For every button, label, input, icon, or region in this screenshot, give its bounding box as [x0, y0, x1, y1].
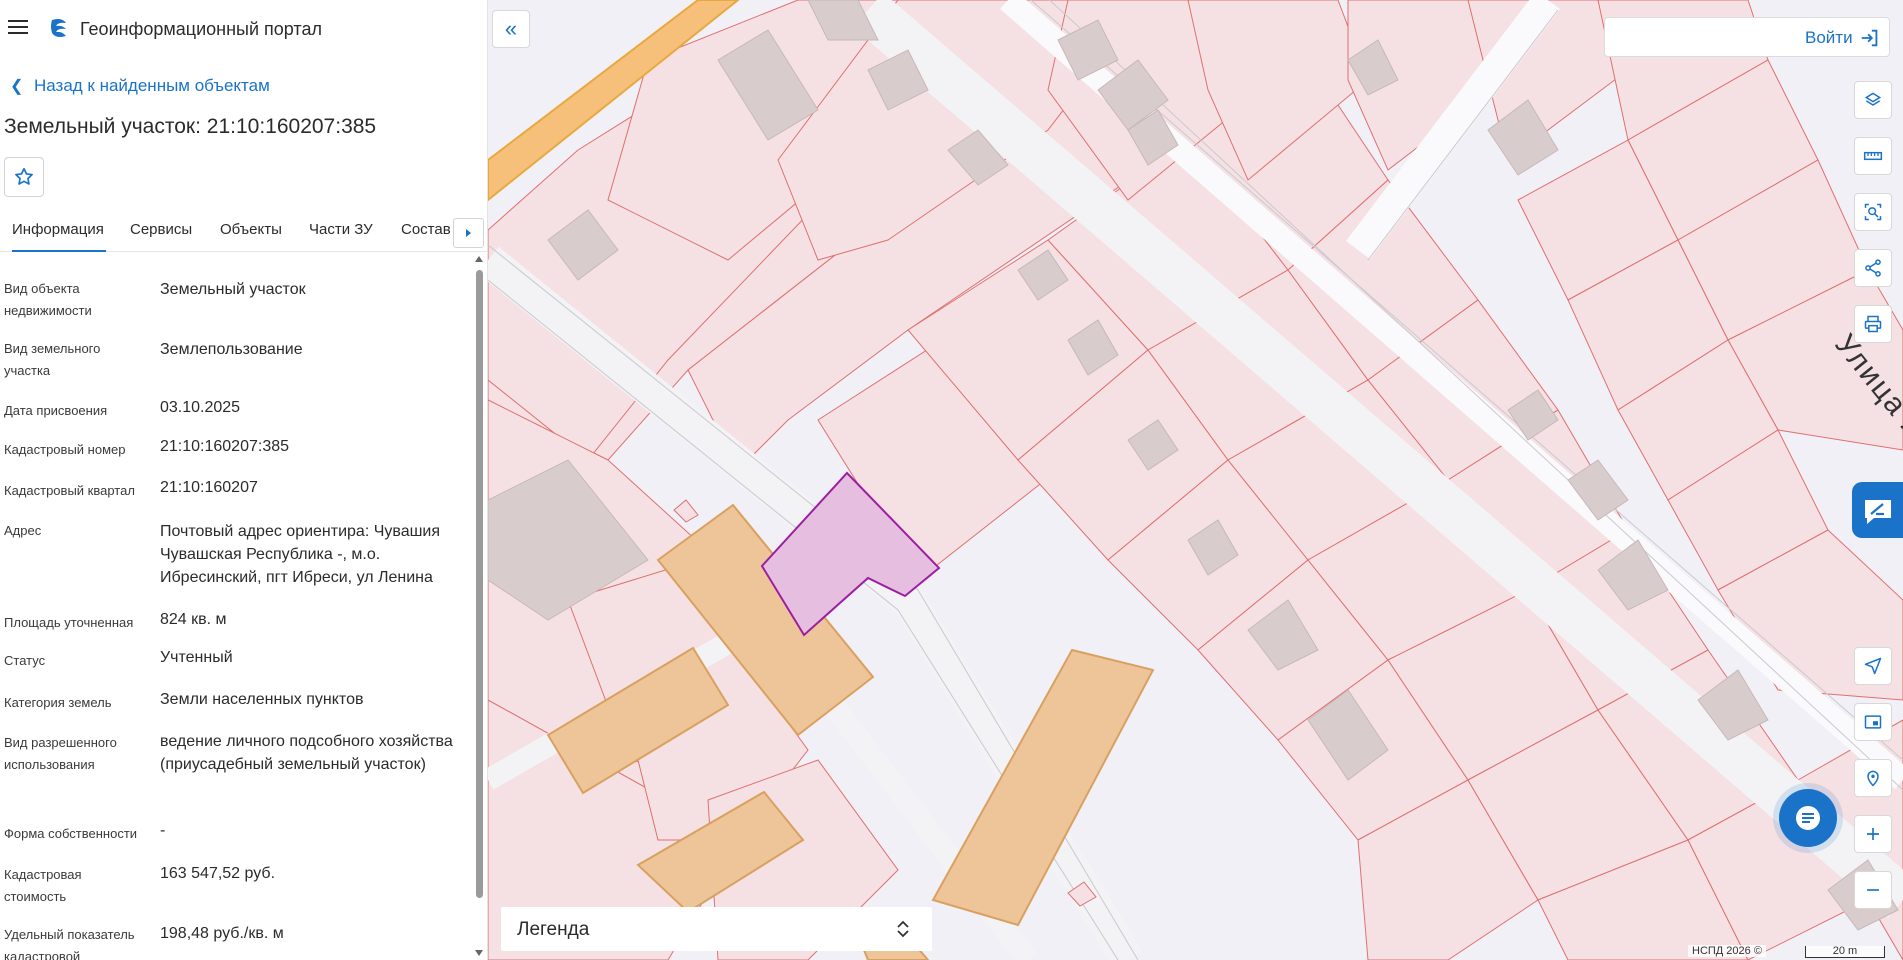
minimap-icon	[1864, 715, 1882, 729]
locate-icon	[1864, 657, 1882, 675]
legend-label: Легенда	[517, 919, 590, 940]
support-tab-button[interactable]	[1852, 482, 1903, 538]
zoom-in-button[interactable]	[1854, 815, 1892, 853]
select-area-icon	[1864, 203, 1882, 221]
portal-logo-icon	[51, 19, 66, 37]
tab-composition[interactable]: Состав	[401, 221, 451, 252]
select-area-button[interactable]	[1854, 193, 1892, 231]
tabs-next-button[interactable]	[453, 218, 484, 248]
collapse-sidebar-button[interactable]: «	[492, 10, 530, 48]
sidebar-header: Геоинформационный портал	[0, 0, 487, 58]
double-chevron-left-icon: «	[504, 16, 518, 41]
chat-bubble-icon	[1865, 500, 1891, 524]
login-arrow-icon	[1861, 29, 1878, 47]
locate-button[interactable]	[1854, 647, 1892, 685]
object-title: Земельный участок: 21:10:160207:385	[4, 115, 377, 138]
layers-button[interactable]	[1854, 81, 1892, 119]
tab-info[interactable]: Информация	[12, 221, 106, 252]
portal-title: Геоинформационный портал	[80, 19, 322, 39]
scroll-up-arrow-icon[interactable]	[475, 256, 483, 262]
legend-panel-toggle[interactable]: Легенда	[501, 907, 932, 951]
scroll-down-arrow-icon[interactable]	[475, 950, 483, 956]
scrollbar-thumb[interactable]	[476, 270, 483, 898]
map-scale-bar: 20 m	[1805, 946, 1885, 958]
app-root: Геоинформационный портал ❮ Назад к найде…	[0, 0, 1903, 960]
chat-icon	[1796, 806, 1820, 830]
geo-search-button[interactable]	[1854, 759, 1892, 797]
tab-parts[interactable]: Части ЗУ	[309, 221, 373, 252]
chat-fab-button[interactable]	[1779, 789, 1837, 847]
map-canvas[interactable]: Улица Ленина	[488, 0, 1903, 960]
ruler-icon	[1863, 151, 1883, 161]
print-button[interactable]	[1854, 305, 1892, 343]
favorite-button[interactable]	[4, 157, 44, 197]
minimap-button[interactable]	[1854, 703, 1892, 741]
print-icon	[1864, 315, 1882, 333]
layers-icon	[1864, 92, 1882, 106]
expand-collapse-icon	[897, 920, 909, 938]
back-link[interactable]: ❮ Назад к найденным объектам	[10, 76, 270, 96]
star-icon	[15, 167, 33, 185]
caret-right-icon	[466, 229, 471, 237]
map-attribution: НСПД 2026 ©	[1688, 945, 1766, 957]
zoom-out-button[interactable]	[1854, 871, 1892, 909]
back-link-label: Назад к найденным объектам	[34, 76, 270, 95]
ruler-button[interactable]	[1854, 137, 1892, 175]
properties-list: Вид объекта недвижимости Земельный участ…	[4, 281, 453, 960]
tab-services[interactable]: Сервисы	[130, 221, 192, 252]
small-plot	[673, 499, 699, 523]
menu-icon[interactable]	[8, 20, 28, 36]
chevron-left-icon: ❮	[10, 78, 24, 95]
geo-search-icon	[1867, 770, 1879, 787]
share-button[interactable]	[1854, 249, 1892, 287]
tab-objects[interactable]: Объекты	[220, 221, 282, 252]
cadastral-map	[488, 0, 1903, 960]
login-button[interactable]: Войти	[1604, 17, 1890, 57]
share-icon	[1865, 259, 1881, 277]
tab-bar: Информация Сервисы Объекты Части ЗУ Сост…	[0, 214, 487, 252]
sidebar-panel: Геоинформационный портал ❮ Назад к найде…	[0, 0, 488, 960]
zoom-out-icon	[1867, 889, 1879, 891]
zoom-in-icon	[1867, 828, 1879, 840]
login-label: Войти	[1805, 28, 1853, 47]
